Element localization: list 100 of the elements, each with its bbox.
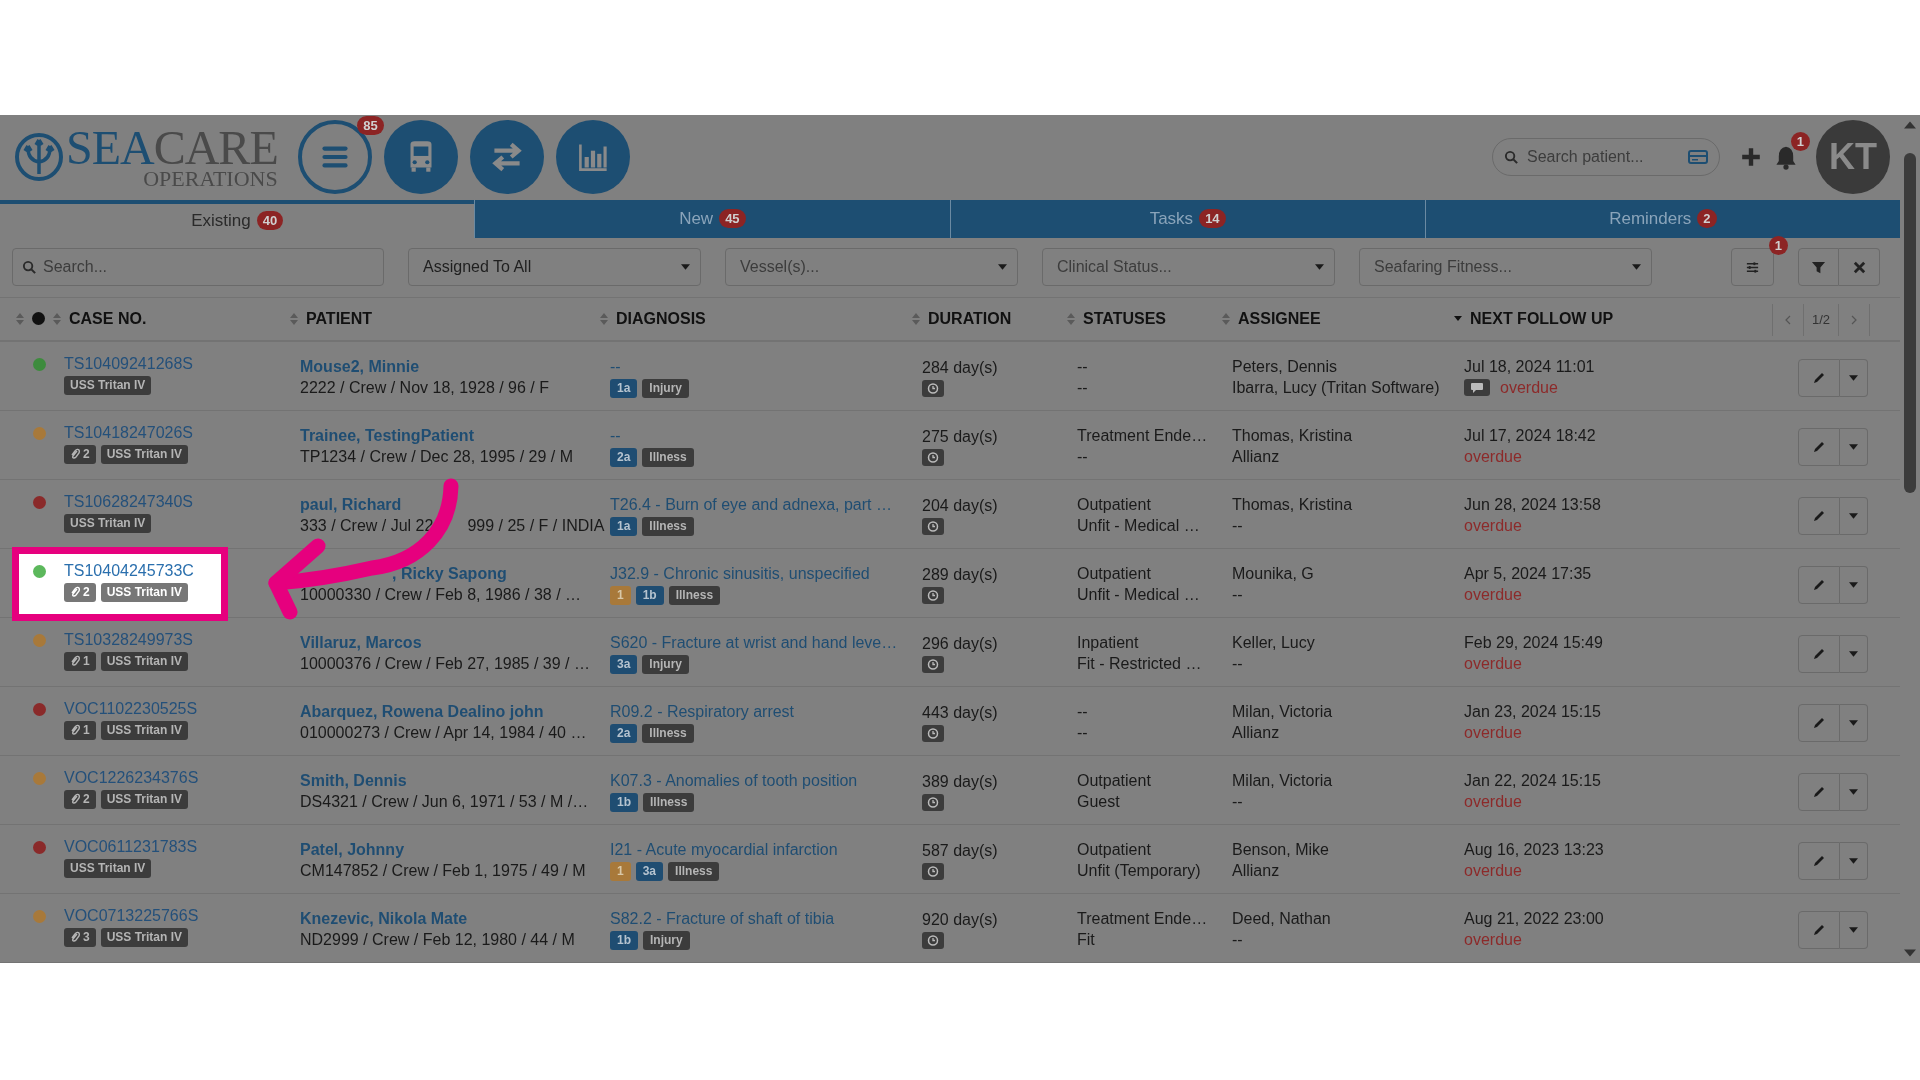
patient-search-field[interactable]: Search patient... [1492,138,1720,177]
clock-icon[interactable] [922,725,944,742]
edit-button[interactable] [1798,635,1840,673]
sort-icon[interactable] [53,312,61,325]
diagnosis-link[interactable]: -- [610,427,621,445]
case-number-link[interactable]: TS10404245733C [64,562,194,580]
column-header[interactable]: CASE NO. [69,309,147,328]
patient-name-link[interactable]: Abarquez, Rowena Dealino john [300,703,544,722]
patient-name-link[interactable]: Smith, Dennis [300,772,407,791]
paperclip-icon [70,931,80,944]
edit-button[interactable] [1798,497,1840,535]
filter-button[interactable] [1798,248,1839,287]
status-text: Outpatient [1077,565,1151,584]
edit-button[interactable] [1798,704,1840,742]
case-number-link[interactable]: TS10409241268S [64,355,193,373]
sort-icon[interactable] [290,312,298,325]
patient-name-link[interactable]: Knezevic, Nikola Mate [300,910,468,929]
caret-icon [1315,264,1324,271]
clock-icon[interactable] [922,932,944,949]
scrollbar-thumb[interactable] [1904,153,1916,493]
diagnosis-link[interactable]: R09.2 - Respiratory arrest [610,703,795,721]
edit-button[interactable] [1798,842,1840,880]
count-badge: 45 [719,209,746,229]
diagnosis-link[interactable]: -- [610,358,621,376]
scroll-up-icon[interactable] [1904,121,1916,129]
diagnosis-link[interactable]: T26.4 - Burn of eye and adnexa, part … [610,496,892,514]
overdue-label: overdue [1464,655,1522,674]
diagnosis-link[interactable]: S620 - Fracture at wrist and hand leve… [610,634,898,652]
patient-name-link[interactable]: Villaruz, Marcos [300,634,422,653]
dropdown-caret-button[interactable] [1840,911,1868,949]
edit-button[interactable] [1798,359,1840,397]
diagnosis-link[interactable]: J32.9 - Chronic sinusitis, unspecified [610,565,870,583]
diagnosis-link[interactable]: I21 - Acute myocardial infarction [610,841,838,859]
edit-button[interactable] [1798,911,1840,949]
column-header[interactable]: NEXT FOLLOW UP [1470,309,1614,328]
dropdown-caret-button[interactable] [1840,704,1868,742]
dropdown-caret-button[interactable] [1840,566,1868,604]
dropdown-caret-button[interactable] [1840,842,1868,880]
dropdown-caret-button[interactable] [1840,497,1868,535]
user-avatar[interactable]: KT [1816,120,1890,195]
diagnosis-link[interactable]: S82.2 - Fracture of shaft of tibia [610,910,835,928]
patient-name-link[interactable]: , Ricky Sapong [392,565,507,584]
sort-descending-icon[interactable] [1454,316,1462,322]
clock-icon[interactable] [922,587,944,604]
overdue-label: overdue [1464,793,1522,812]
sort-icon[interactable] [1222,312,1230,325]
column-header[interactable]: PATIENT [306,309,373,328]
column-header[interactable]: STATUSES [1083,309,1166,328]
clock-icon[interactable] [922,380,944,397]
sort-icon[interactable] [1067,312,1075,325]
search-field[interactable]: Search... [12,248,384,287]
patient-name-link[interactable]: paul, Richard [300,496,402,515]
dropdown[interactable]: Assigned To All [408,248,701,287]
edit-button[interactable] [1798,566,1840,604]
clock-icon[interactable] [922,656,944,673]
dropdown-caret-button[interactable] [1840,428,1868,466]
column-header[interactable]: ASSIGNEE [1238,309,1321,328]
card-icon[interactable] [1688,149,1708,166]
comment-icon[interactable] [1464,379,1490,397]
edit-button[interactable] [1798,428,1840,466]
patient-name-link[interactable]: Mouse2, Minnie [300,358,420,377]
dropdown-caret-button[interactable] [1840,773,1868,811]
caret-icon [1849,375,1858,381]
clock-icon[interactable] [922,449,944,466]
sort-icon[interactable] [912,312,920,325]
sort-icon[interactable] [600,312,608,325]
status-text: Outpatient [1077,841,1151,860]
case-number-link[interactable]: TS10328249973S [64,631,193,649]
case-number-link[interactable]: VOC1102230525S [64,700,198,718]
clock-icon[interactable] [922,863,944,880]
tab[interactable]: Reminders 2 [1424,199,1900,239]
patient-name-link[interactable]: Trainee, TestingPatient [300,427,474,446]
column-header[interactable]: DIAGNOSIS [616,309,706,328]
plus-icon[interactable] [1740,146,1762,169]
tab[interactable]: New 45 [474,199,950,239]
clock-icon[interactable] [922,794,944,811]
dropdown[interactable]: Seafaring Fitness... [1359,248,1652,287]
case-number-link[interactable]: TS10628247340S [64,493,193,511]
status-dot-icon [32,312,45,326]
count-badge: 14 [1199,209,1226,229]
patient-name-link[interactable]: Patel, Johnny [300,841,405,860]
case-number-link[interactable]: VOC0611231783S [64,838,198,856]
tab[interactable]: Tasks 14 [949,199,1425,239]
diagnosis-link[interactable]: K07.3 - Anomalies of tooth position [610,772,858,790]
dropdown-caret-button[interactable] [1840,635,1868,673]
status-text: -- [1077,703,1088,722]
logo-wordmark: SEACARE [66,124,278,173]
case-number-link[interactable]: VOC1226234376S [64,769,199,787]
duration-text: 296 day(s) [922,635,998,653]
sort-icon[interactable] [16,312,24,325]
scroll-down-icon[interactable] [1904,949,1916,957]
clock-icon[interactable] [922,518,944,535]
case-number-link[interactable]: TS10418247026S [64,424,193,442]
case-number-link[interactable]: VOC0713225766S [64,907,199,925]
dropdown[interactable]: Vessel(s)... [725,248,1018,287]
dropdown-caret-button[interactable] [1840,359,1868,397]
dropdown[interactable]: Clinical Status... [1042,248,1335,287]
column-header[interactable]: DURATION [928,309,1012,328]
edit-button[interactable] [1798,773,1840,811]
close-button[interactable] [1839,248,1880,287]
